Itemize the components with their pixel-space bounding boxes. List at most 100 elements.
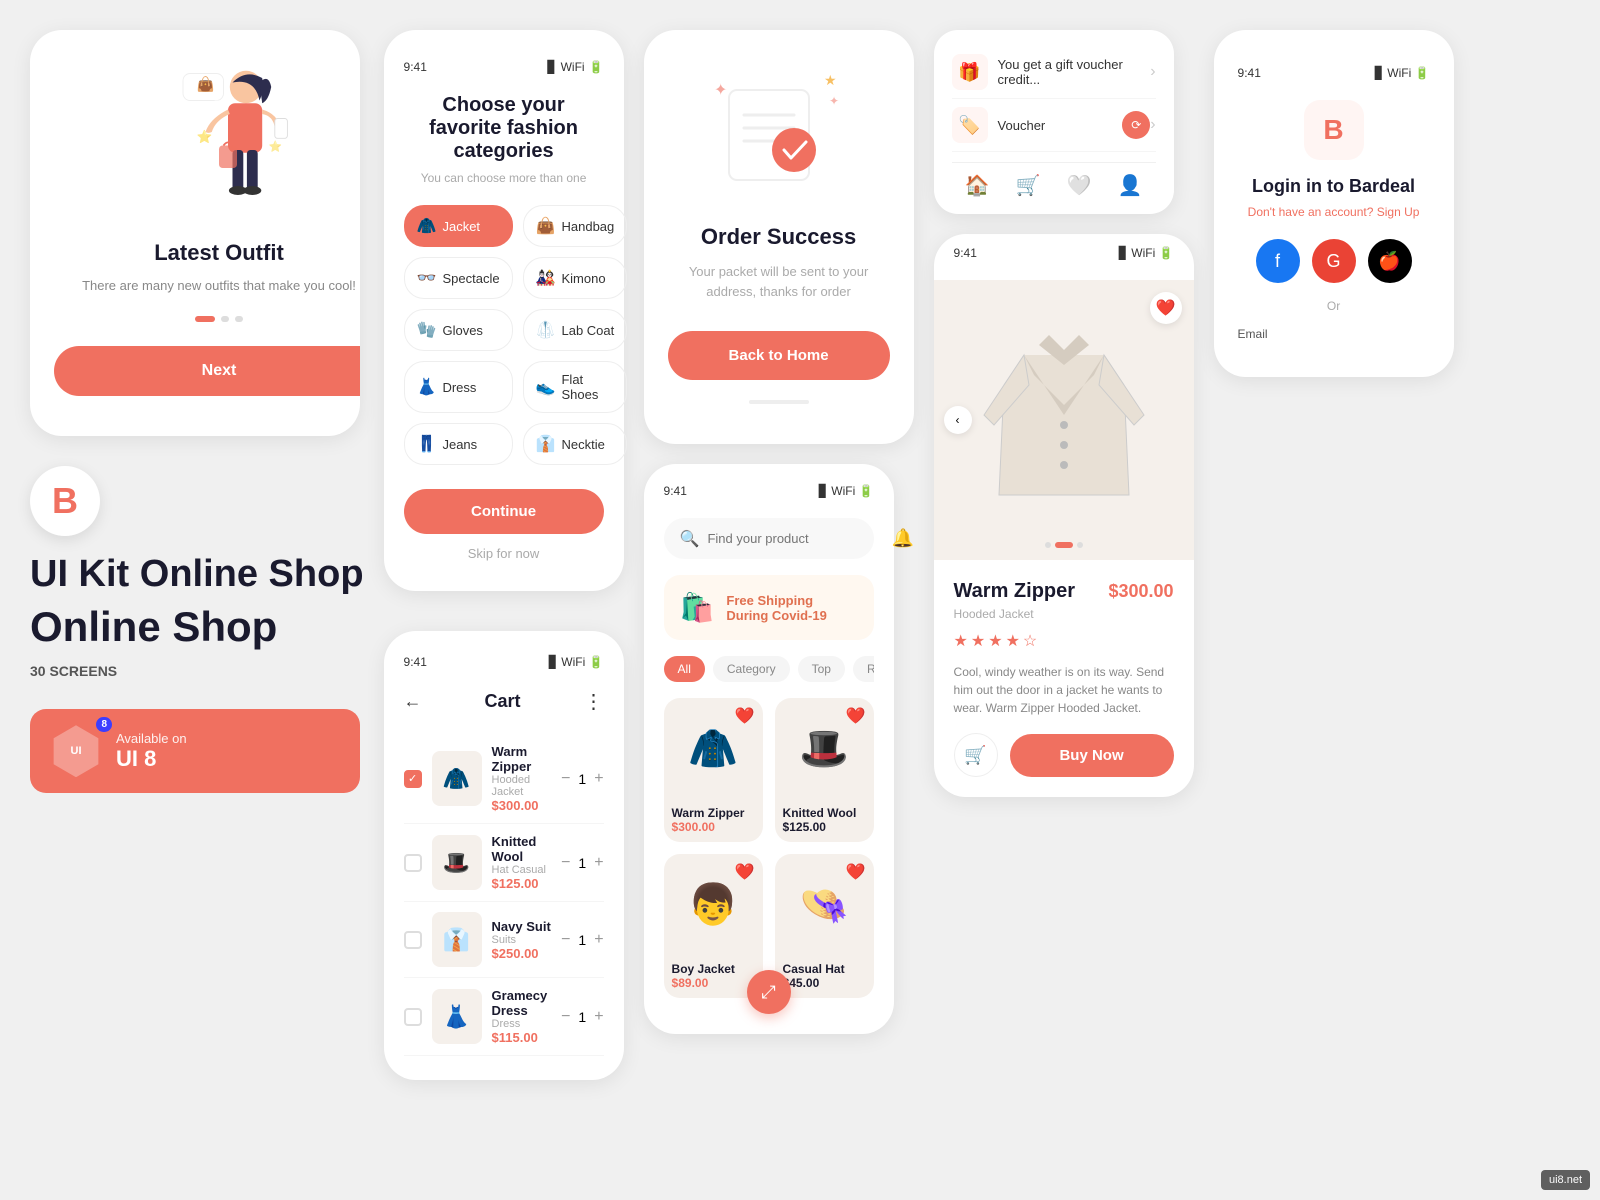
product-heart-button[interactable]: ❤️: [1150, 292, 1182, 324]
social-login-buttons: f G 🍎: [1238, 239, 1430, 283]
cat-spectacle[interactable]: 👓 Spectacle: [404, 257, 513, 299]
search-bar[interactable]: 🔍 🔔: [664, 518, 874, 559]
cart-checkbox-3[interactable]: [404, 931, 422, 949]
qty-plus-1[interactable]: +: [594, 770, 603, 788]
cat-dress[interactable]: 👗 Dress: [404, 361, 513, 413]
cart-item-info-2: Knitted Wool Hat Casual $125.00: [492, 834, 552, 891]
cart-checkbox-2[interactable]: [404, 854, 422, 872]
buy-now-button[interactable]: Buy Now: [1010, 734, 1174, 777]
product-image-area: ‹ ❤️: [934, 280, 1194, 560]
ui-kit-label: UI Kit Online Shop: [30, 554, 364, 596]
qty-minus-1[interactable]: −: [561, 770, 570, 788]
order-title: Order Success: [668, 224, 890, 250]
google-login-button[interactable]: G: [1312, 239, 1356, 283]
cart-item: 🎩 Knitted Wool Hat Casual $125.00 − 1 +: [404, 824, 604, 902]
gift-voucher-row[interactable]: 🎁 You get a gift voucher credit... ›: [952, 46, 1156, 99]
dot-3: [235, 316, 243, 322]
product-name: Warm Zipper: [954, 580, 1076, 603]
product-thumb-2[interactable]: 🎩 ❤️ Knitted Wool $125.00: [775, 698, 874, 842]
shop-label: Online Shop: [30, 603, 364, 651]
qty-plus-3[interactable]: +: [594, 931, 603, 949]
facebook-login-button[interactable]: f: [1256, 239, 1300, 283]
continue-button[interactable]: Continue: [404, 489, 604, 534]
filter-top[interactable]: Top: [798, 656, 845, 682]
filter-recom[interactable]: Recom...: [853, 656, 874, 682]
svg-text:⭐: ⭐: [197, 129, 213, 144]
voucher-icon: 🏷️: [952, 107, 988, 143]
chevron-right-icon: ›: [1150, 63, 1155, 81]
svg-text:👜: 👜: [197, 75, 215, 93]
qty-plus-2[interactable]: +: [594, 854, 603, 872]
gift-icon: 🎁: [952, 54, 988, 90]
product-prev-button[interactable]: ‹: [944, 406, 972, 434]
back-to-home-button[interactable]: Back to Home: [668, 331, 890, 380]
product-image-dots: [1045, 542, 1083, 548]
screens-count: 30 SCREENS: [30, 663, 364, 679]
order-subtitle: Your packet will be sent to your address…: [668, 262, 890, 301]
onboarding-description: There are many new outfits that make you…: [54, 276, 360, 296]
cart-checkbox-1[interactable]: ✓: [404, 770, 422, 788]
cart-qty-4: − 1 +: [561, 1008, 603, 1026]
heart-icon-1[interactable]: ❤️: [735, 706, 755, 726]
cart-checkbox-4[interactable]: [404, 1008, 422, 1026]
product-category: Hooded Jacket: [954, 607, 1174, 621]
cart-qty-3: − 1 +: [561, 931, 603, 949]
skip-link[interactable]: Skip for now: [404, 546, 604, 561]
cart-item-image-1: 🧥: [432, 751, 482, 806]
wishlist-nav-icon[interactable]: 🤍: [1067, 173, 1092, 198]
next-button[interactable]: Next: [54, 346, 360, 396]
heart-icon-3[interactable]: ❤️: [735, 862, 755, 882]
brand-section: B UI Kit Online Shop Online Shop 30 SCRE…: [30, 456, 364, 690]
cart-nav-icon[interactable]: 🛒: [1016, 173, 1041, 198]
shop-status-bar: 9:41 ▊ WiFi 🔋: [664, 484, 874, 498]
categories-card: 9:41 ▊ WiFi 🔋 Choose your favorite fashi…: [384, 30, 624, 591]
share-fab[interactable]: ⤢: [747, 970, 791, 1014]
home-nav-icon[interactable]: 🏠: [965, 173, 990, 198]
dot-1: [195, 316, 215, 322]
qty-minus-2[interactable]: −: [561, 854, 570, 872]
voucher-row[interactable]: 🏷️ Voucher ⟳ ›: [952, 99, 1156, 152]
available-on-label: Available on: [116, 731, 187, 746]
voucher-card: 🎁 You get a gift voucher credit... › 🏷️ …: [934, 30, 1174, 214]
category-grid: 🧥 Jacket 👜 Handbag 👓 Spectacle 🎎 Kimono: [404, 205, 604, 465]
chevron-right-icon-2: ›: [1150, 116, 1155, 134]
filter-all[interactable]: All: [664, 656, 705, 682]
profile-nav-icon[interactable]: 👤: [1118, 173, 1143, 198]
login-subtitle: Don't have an account? Sign Up: [1238, 205, 1430, 219]
brand-logo: B: [30, 466, 100, 536]
cart-item-info-1: Warm Zipper Hooded Jacket $300.00: [492, 744, 552, 813]
cat-jeans[interactable]: 👖 Jeans: [404, 423, 513, 465]
filter-category[interactable]: Category: [713, 656, 790, 682]
cart-item-info-3: Navy Suit Suits $250.00: [492, 919, 552, 961]
qty-plus-4[interactable]: +: [594, 1008, 603, 1026]
cat-jacket[interactable]: 🧥 Jacket: [404, 205, 513, 247]
svg-text:✦: ✦: [714, 82, 727, 99]
cart-item: 👔 Navy Suit Suits $250.00 − 1 +: [404, 902, 604, 978]
filter-tabs: All Category Top Recom...: [664, 656, 874, 682]
cart-menu-button[interactable]: ⋮: [584, 689, 604, 714]
qty-minus-4[interactable]: −: [561, 1008, 570, 1026]
heart-icon-2[interactable]: ❤️: [846, 706, 866, 726]
apple-login-button[interactable]: 🍎: [1368, 239, 1412, 283]
product-thumb-1[interactable]: 🧥 ❤️ Warm Zipper $300.00: [664, 698, 763, 842]
sign-up-link[interactable]: Sign Up: [1377, 205, 1420, 219]
heart-icon-4[interactable]: ❤️: [846, 862, 866, 882]
email-label: Email: [1238, 327, 1430, 341]
cat-gloves[interactable]: 🧤 Gloves: [404, 309, 513, 351]
cat-flatshoes[interactable]: 👟 Flat Shoes: [523, 361, 628, 413]
cat-necktie[interactable]: 👔 Necktie: [523, 423, 628, 465]
ui8-badge[interactable]: UI 8 Available on UI 8: [30, 709, 360, 793]
cat-kimono[interactable]: 🎎 Kimono: [523, 257, 628, 299]
login-title: Login in to Bardeal: [1238, 176, 1430, 197]
qty-minus-3[interactable]: −: [561, 931, 570, 949]
ui8-version-badge: 8: [96, 717, 112, 732]
add-to-cart-button[interactable]: 🛒: [954, 733, 998, 777]
cart-back-button[interactable]: ←: [404, 691, 422, 712]
cart-card: 9:41 ▊ WiFi 🔋 ← Cart ⋮ ✓ 🧥 Warm Zipper: [384, 631, 624, 1080]
cat-labcoat[interactable]: 🥼 Lab Coat: [523, 309, 628, 351]
notification-icon[interactable]: 🔔: [891, 528, 913, 549]
cat-handbag[interactable]: 👜 Handbag: [523, 205, 628, 247]
search-input[interactable]: [707, 531, 883, 546]
watermark: ui8.net: [1541, 1170, 1590, 1190]
promo-text: Free Shipping During Covid-19: [726, 593, 857, 623]
